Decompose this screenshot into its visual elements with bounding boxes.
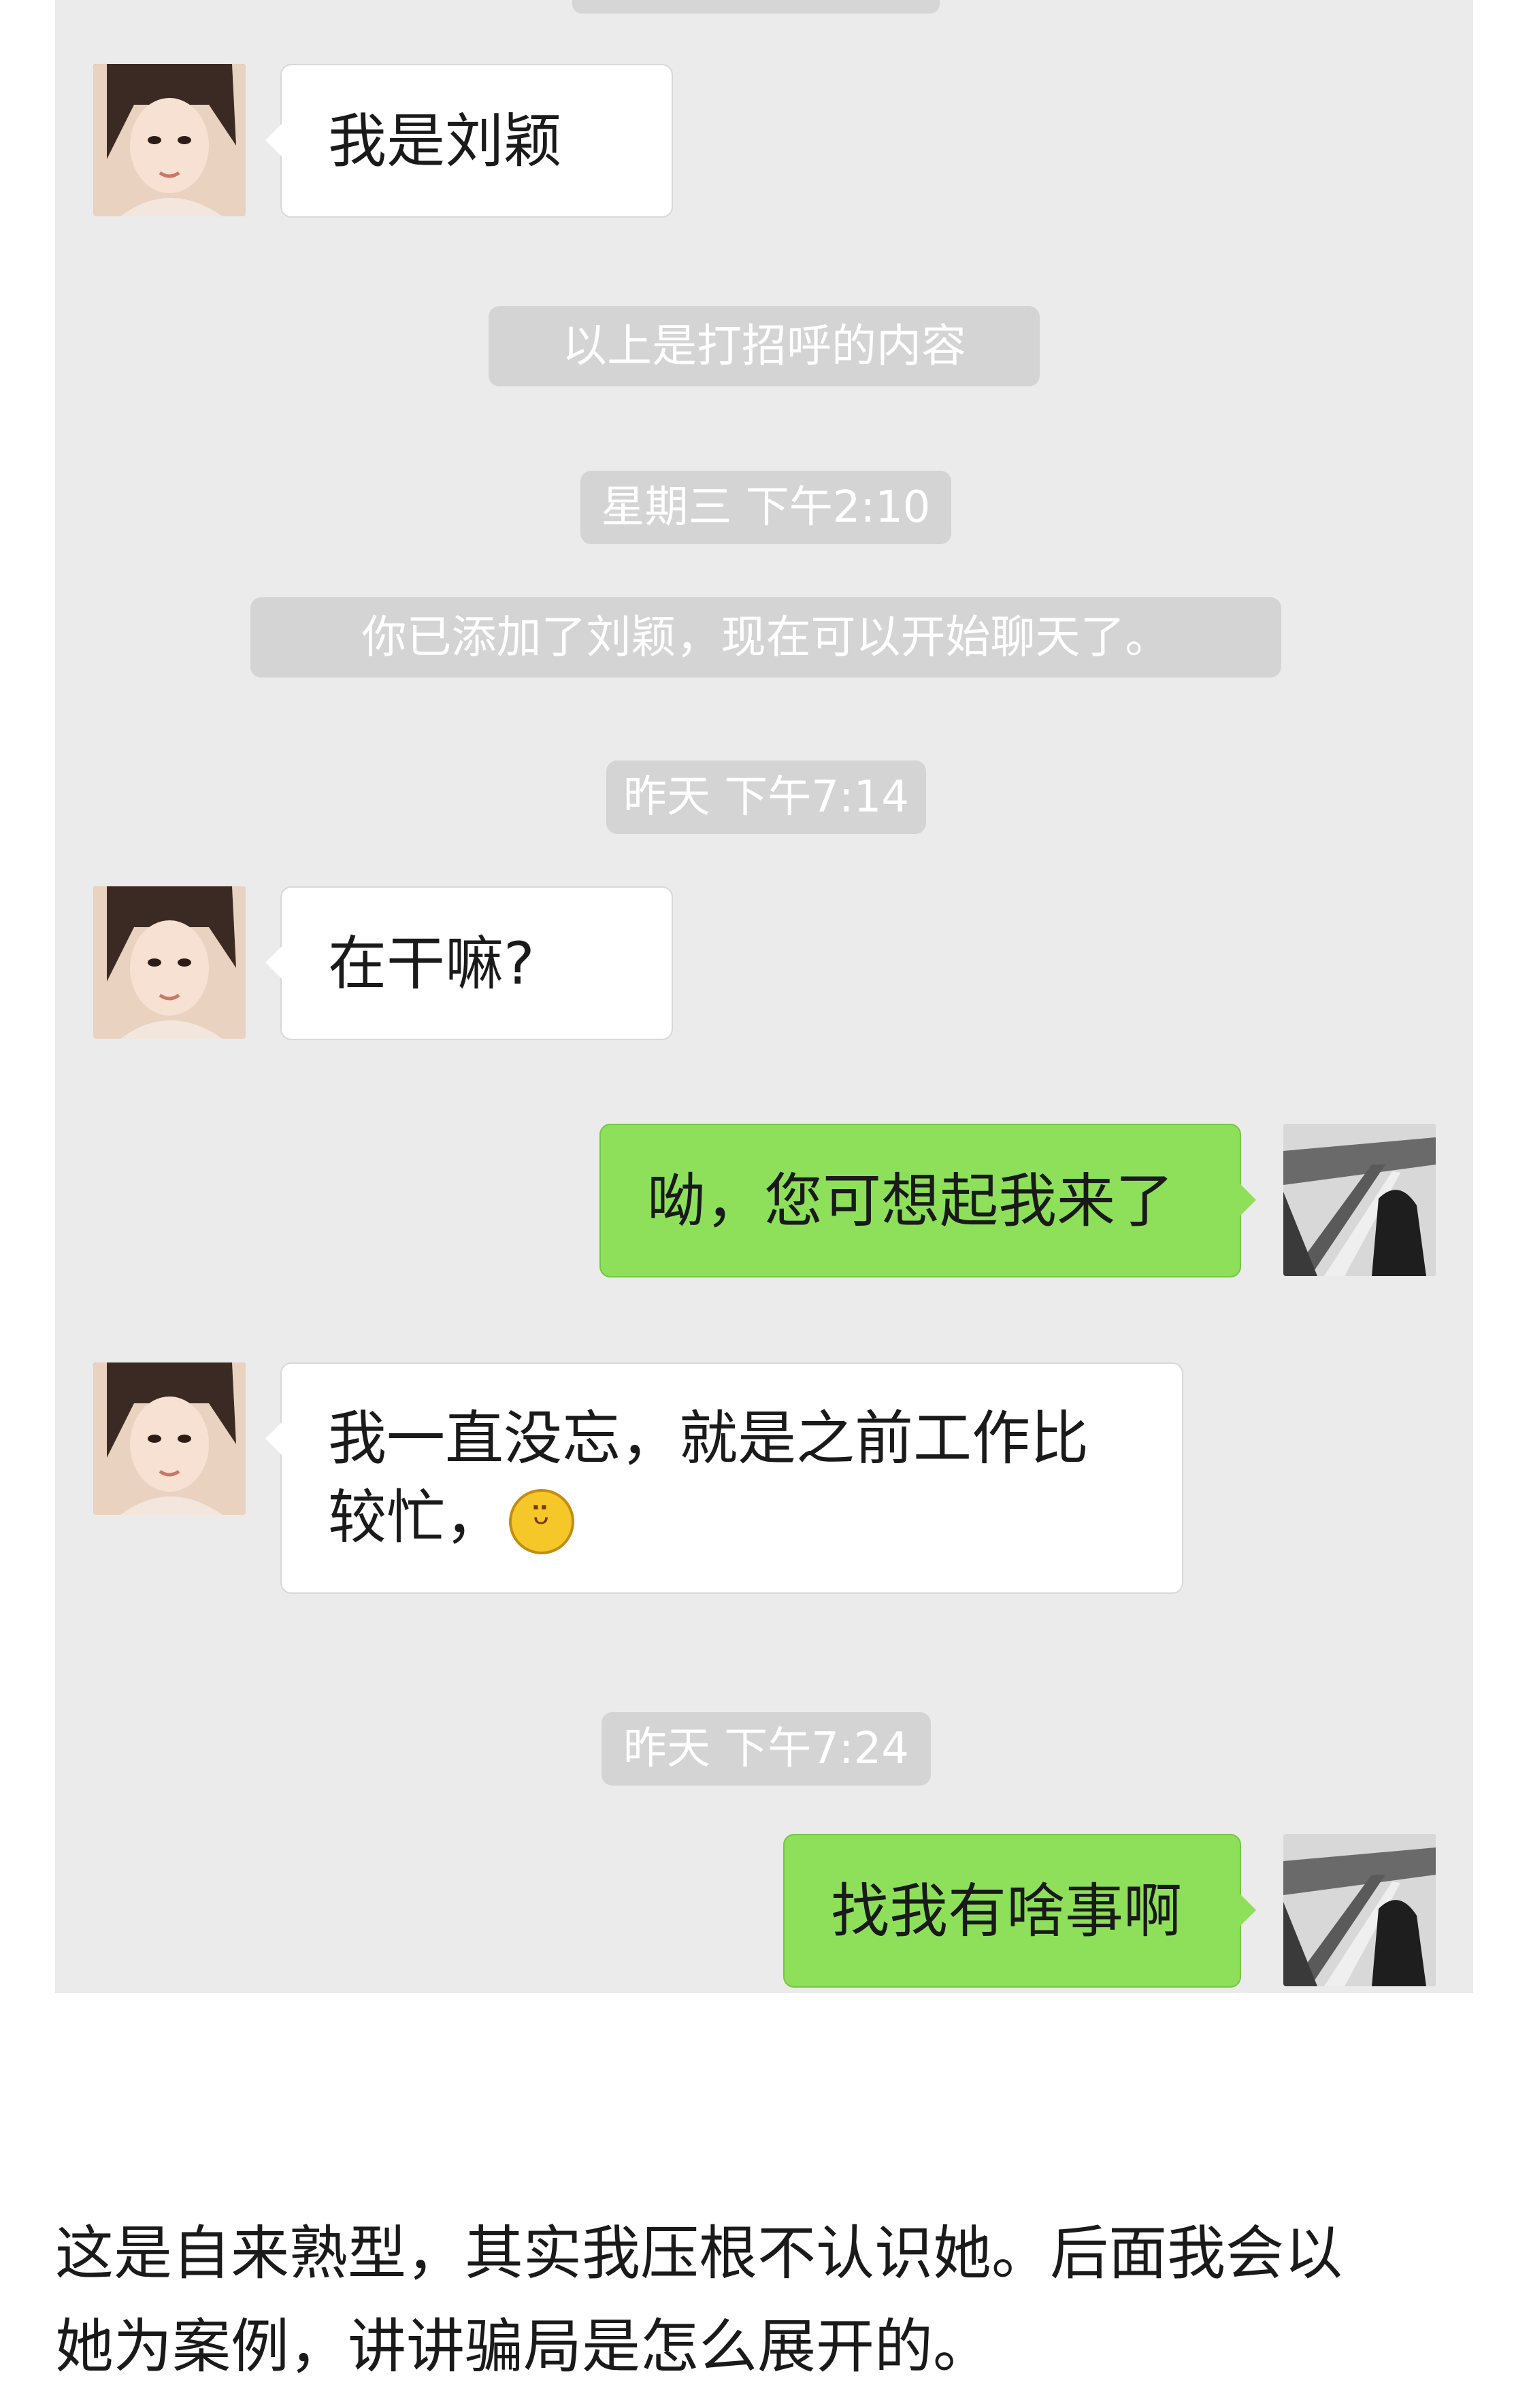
grinning-face-emoji-icon: ᵕ̈ xyxy=(509,1488,574,1554)
contact-avatar[interactable] xyxy=(93,64,246,216)
message-text: 我是刘颖 xyxy=(328,107,562,175)
timestamp-text: 昨天 下午7:14 xyxy=(623,772,910,822)
bubble-tail xyxy=(1240,1894,1256,1926)
chat-message-list[interactable]: 我是刘颖 以上是打招呼的内容 星期三 下午2:10 你已添加了刘颖，现在可以开始… xyxy=(55,0,1473,1988)
timestamp: 昨天 下午7:14 xyxy=(606,760,926,834)
timestamp-text: 星期三 下午2:10 xyxy=(601,482,931,533)
bubble-tail xyxy=(265,1422,282,1455)
timestamp: 星期三 下午2:10 xyxy=(580,471,951,544)
message-text: 在干嘛? xyxy=(328,930,535,998)
caption-line: 这是自来熟型，其实我压根不认识她。后面我会以 xyxy=(55,2220,1343,2288)
my-avatar-image xyxy=(1283,1834,1436,1986)
contact-avatar-image xyxy=(93,1362,246,1515)
cut-off-system-pill xyxy=(572,0,940,14)
message-text-line: 较忙， ᵕ̈ xyxy=(328,1478,1136,1557)
message-text: 找我有啥事啊 xyxy=(831,1877,1182,1945)
contact-avatar[interactable] xyxy=(93,886,246,1039)
system-notice-text: 以上是打招呼的内容 xyxy=(562,320,966,372)
system-notice: 以上是打招呼的内容 xyxy=(489,306,1040,386)
timestamp-text: 昨天 下午7:24 xyxy=(623,1724,910,1774)
incoming-message-bubble[interactable]: 我是刘颖 xyxy=(265,64,673,218)
outgoing-message-bubble[interactable]: 呦，您可想起我来了 xyxy=(599,1124,1256,1277)
contact-avatar[interactable] xyxy=(93,1362,246,1515)
timestamp: 昨天 下午7:24 xyxy=(602,1712,931,1786)
bubble-tail xyxy=(1240,1184,1256,1216)
caption-line: 她为案例，讲讲骗局是怎么展开的。 xyxy=(55,2313,991,2381)
system-notice: 你已添加了刘颖，现在可以开始聊天了。 xyxy=(250,597,1281,678)
message-text-line: 我一直没忘，就是之前工作比 xyxy=(328,1405,1089,1473)
incoming-message-bubble[interactable]: 在干嘛? xyxy=(265,886,673,1040)
my-avatar[interactable] xyxy=(1283,1834,1436,1986)
my-avatar-image xyxy=(1283,1124,1436,1276)
contact-avatar-image xyxy=(93,64,246,216)
message-text: 较忙， xyxy=(328,1484,504,1552)
my-avatar[interactable] xyxy=(1283,1124,1436,1276)
system-notice-text: 你已添加了刘颖，现在可以开始聊天了。 xyxy=(361,611,1170,663)
chat-screenshot: 我是刘颖 以上是打招呼的内容 星期三 下午2:10 你已添加了刘颖，现在可以开始… xyxy=(55,0,1473,1993)
bubble-tail xyxy=(265,946,282,979)
contact-avatar-image xyxy=(93,886,246,1039)
outgoing-message-bubble[interactable]: 找我有啥事啊 xyxy=(783,1834,1256,1988)
incoming-message-bubble[interactable]: 我一直没忘，就是之前工作比 较忙， ᵕ̈ xyxy=(265,1362,1183,1594)
bubble-tail xyxy=(265,124,282,156)
message-text: 呦，您可想起我来了 xyxy=(647,1167,1174,1235)
article-caption: 这是自来熟型，其实我压根不认识她。后面我会以 她为案例，讲讲骗局是怎么展开的。 xyxy=(55,2207,1484,2394)
